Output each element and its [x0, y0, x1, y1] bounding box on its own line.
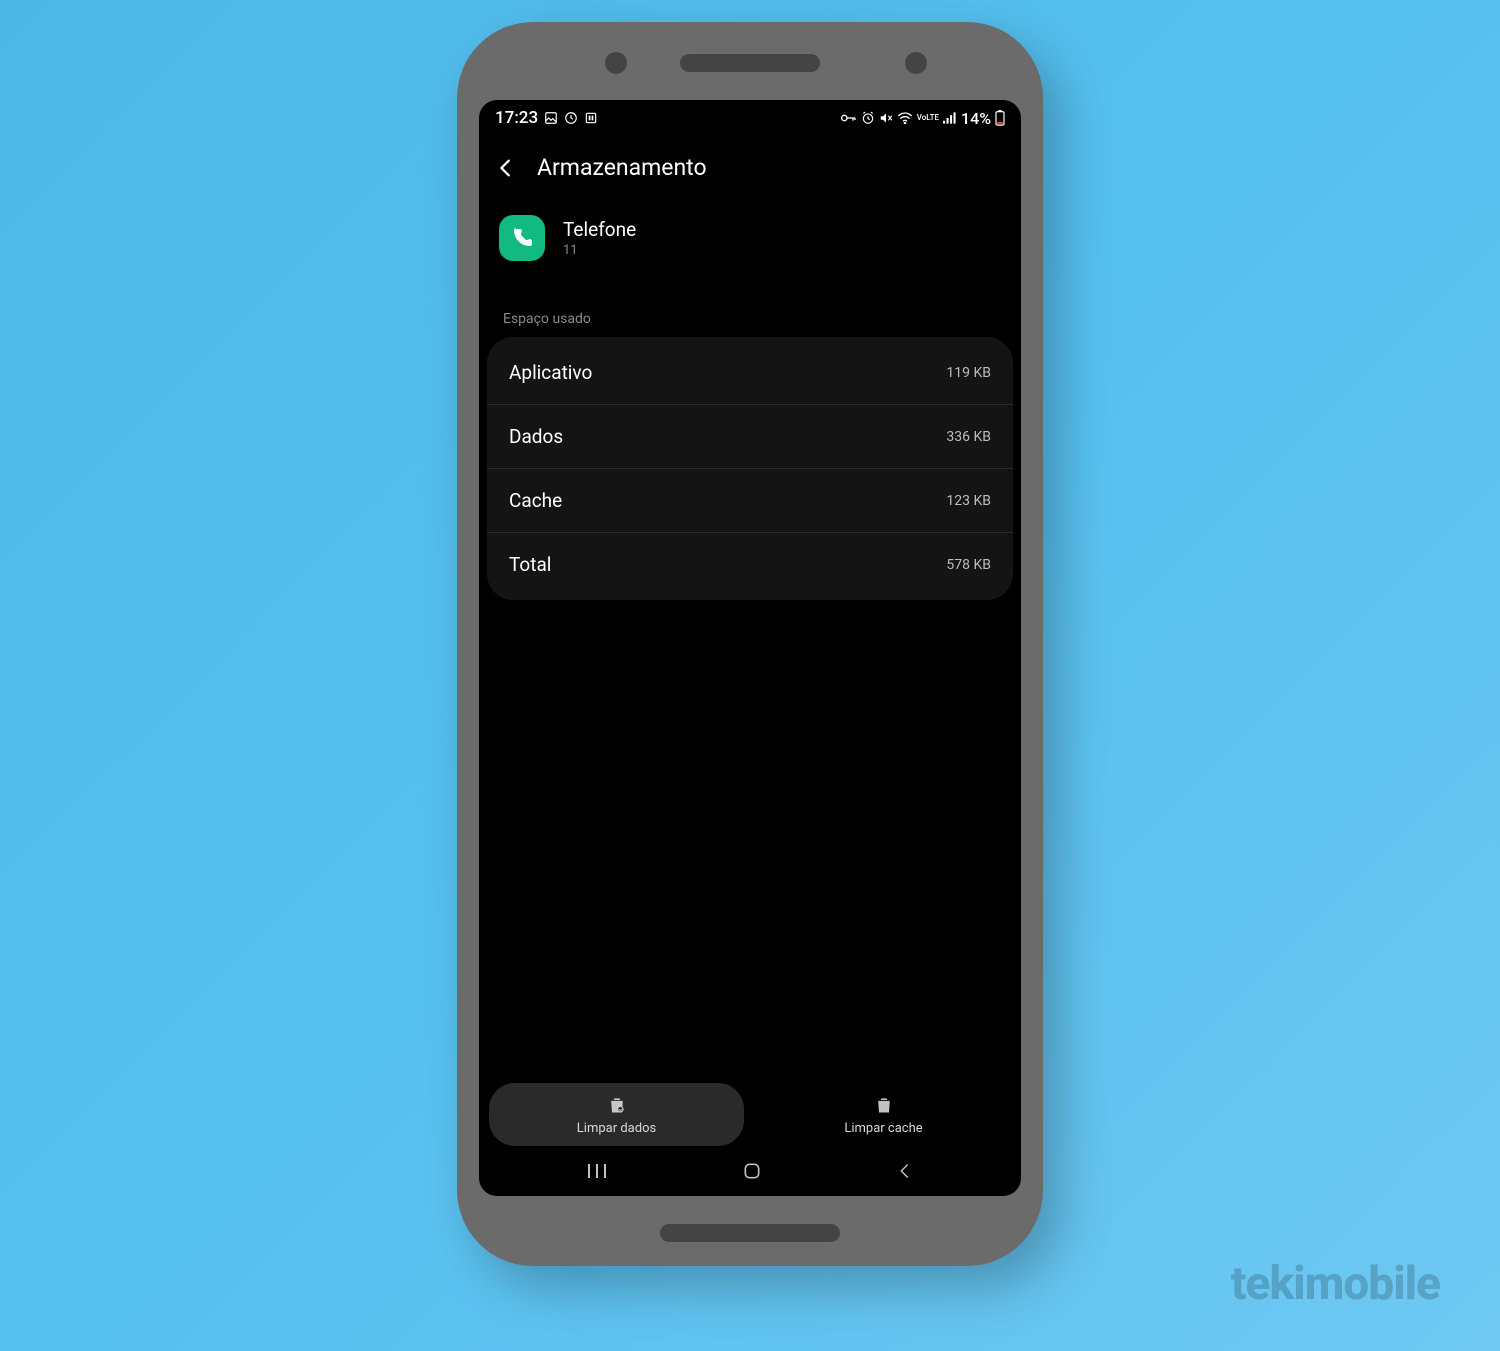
nav-bar: [479, 1152, 1021, 1196]
clear-cache-label: Limpar cache: [844, 1121, 922, 1136]
app-indicator-icon: [584, 111, 598, 125]
clear-cache-button[interactable]: Limpar cache: [756, 1083, 1011, 1146]
image-icon: [544, 111, 558, 125]
battery-icon: [995, 110, 1005, 126]
nav-home-button[interactable]: [742, 1161, 762, 1185]
sensor-right: [905, 52, 927, 74]
sensor-left: [605, 52, 627, 74]
app-info-row: Telefone 11: [479, 195, 1021, 271]
app-name: Telefone: [563, 218, 636, 241]
clear-data-label: Limpar dados: [577, 1121, 656, 1136]
row-data-value: 336 KB: [946, 429, 991, 445]
bottom-speaker: [660, 1224, 840, 1242]
phone-frame: 17:23: [457, 22, 1043, 1266]
app-icon: [499, 215, 545, 261]
row-data-label: Dados: [509, 425, 563, 448]
watermark: tekimobile: [1231, 1257, 1440, 1311]
wifi-icon: [897, 112, 913, 124]
screen: 17:23: [479, 100, 1021, 1196]
row-cache-label: Cache: [509, 489, 562, 512]
row-app-label: Aplicativo: [509, 361, 592, 384]
status-bar: 17:23: [479, 100, 1021, 136]
earpiece: [680, 54, 820, 72]
storage-card: Aplicativo 119 KB Dados 336 KB Cache 123…: [487, 337, 1013, 600]
trash-icon: [874, 1095, 894, 1115]
row-app-value: 119 KB: [946, 365, 991, 381]
clock-icon: [564, 111, 578, 125]
row-cache: Cache 123 KB: [487, 469, 1013, 533]
key-icon: [841, 113, 857, 123]
row-cache-value: 123 KB: [946, 493, 991, 509]
section-label-space-used: Espaço usado: [479, 271, 1021, 337]
page-header: Armazenamento: [479, 136, 1021, 195]
battery-percent: 14%: [961, 109, 991, 128]
row-total-label: Total: [509, 553, 551, 576]
app-version: 11: [563, 243, 636, 258]
status-time: 17:23: [495, 108, 538, 128]
row-data: Dados 336 KB: [487, 405, 1013, 469]
back-button[interactable]: [493, 155, 519, 181]
nav-back-button[interactable]: [896, 1162, 914, 1184]
network-lte-icon: VoLTE: [917, 114, 939, 122]
clear-data-button[interactable]: Limpar dados: [489, 1083, 744, 1146]
nav-recents-button[interactable]: [586, 1162, 608, 1184]
trash-reset-icon: [607, 1095, 627, 1115]
signal-icon: [943, 112, 957, 124]
page-title: Armazenamento: [537, 154, 707, 181]
row-app: Aplicativo 119 KB: [487, 341, 1013, 405]
alarm-icon: [861, 111, 875, 125]
row-total-value: 578 KB: [946, 557, 991, 573]
row-total: Total 578 KB: [487, 533, 1013, 596]
action-bar: Limpar dados Limpar cache: [479, 1075, 1021, 1152]
mute-icon: [879, 111, 893, 125]
